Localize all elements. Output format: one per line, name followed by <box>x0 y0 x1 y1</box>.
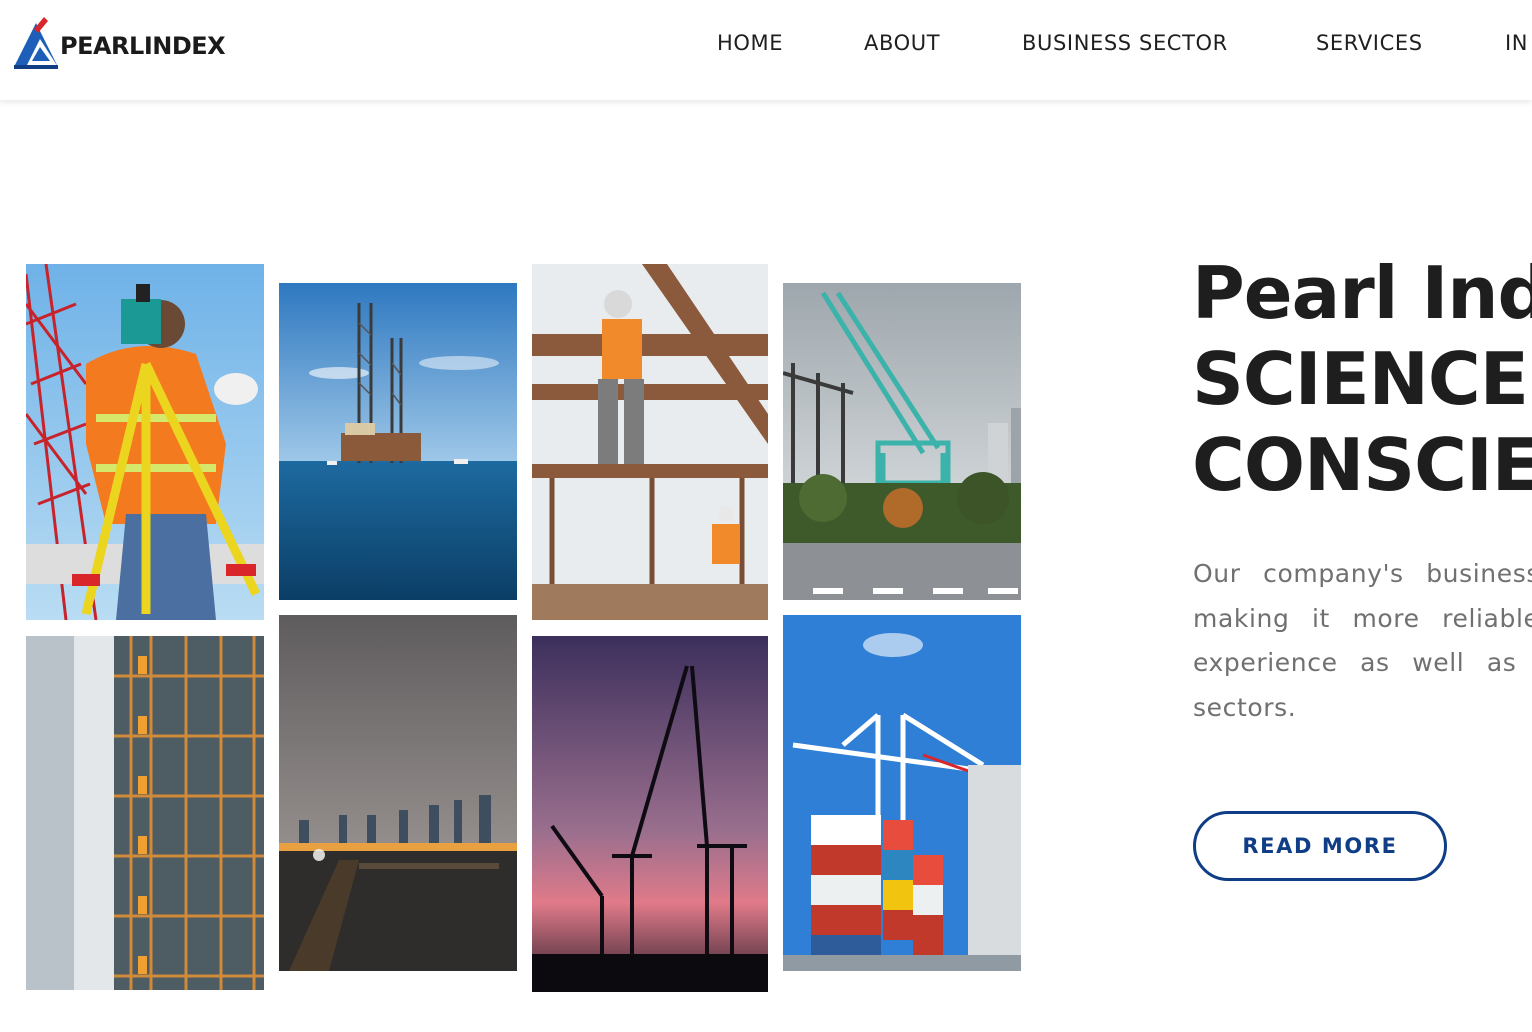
hero-title: Pearl Inde SCIENCE W CONSCIEN <box>1192 250 1532 508</box>
gallery-image-oil-rig[interactable] <box>279 283 517 600</box>
nav-business-sector[interactable]: BUSINESS SECTOR <box>1022 31 1228 55</box>
hero-description-line: experience as well as u <box>1193 648 1532 677</box>
read-more-button[interactable]: READ MORE <box>1193 811 1447 881</box>
nav-services[interactable]: SERVICES <box>1316 31 1423 55</box>
nav-about[interactable]: ABOUT <box>864 31 940 55</box>
gallery-image-cranes-sunset[interactable] <box>532 636 768 992</box>
nav-home[interactable]: HOME <box>717 31 783 55</box>
hero-description: Our company's business is making it more… <box>1193 552 1532 730</box>
hero-title-line: SCIENCE W <box>1192 337 1532 421</box>
gallery-image-container-port[interactable] <box>783 615 1021 971</box>
hero-title-line: Pearl Inde <box>1192 251 1532 335</box>
site-header: PEARLINDEX HOME ABOUT BUSINESS SECTOR SE… <box>0 0 1532 100</box>
hero-description-line: making it more reliable <box>1193 603 1532 633</box>
hero-description-line: Our company's business is <box>1193 559 1532 588</box>
hero-title-line: CONSCIEN <box>1192 423 1532 507</box>
gallery-image-steel-worker[interactable] <box>532 264 768 620</box>
main-nav: HOME ABOUT BUSINESS SECTOR SERVICES IN <box>0 31 1532 59</box>
nav-item-truncated[interactable]: IN <box>1505 31 1528 55</box>
gallery-image-building-scaffold[interactable] <box>26 636 264 990</box>
gallery-image-surveyor[interactable] <box>26 264 264 620</box>
gallery-image-green-crane[interactable] <box>783 283 1021 600</box>
gallery-image-city-night[interactable] <box>279 615 517 971</box>
hero-description-line: sectors. <box>1193 692 1297 722</box>
